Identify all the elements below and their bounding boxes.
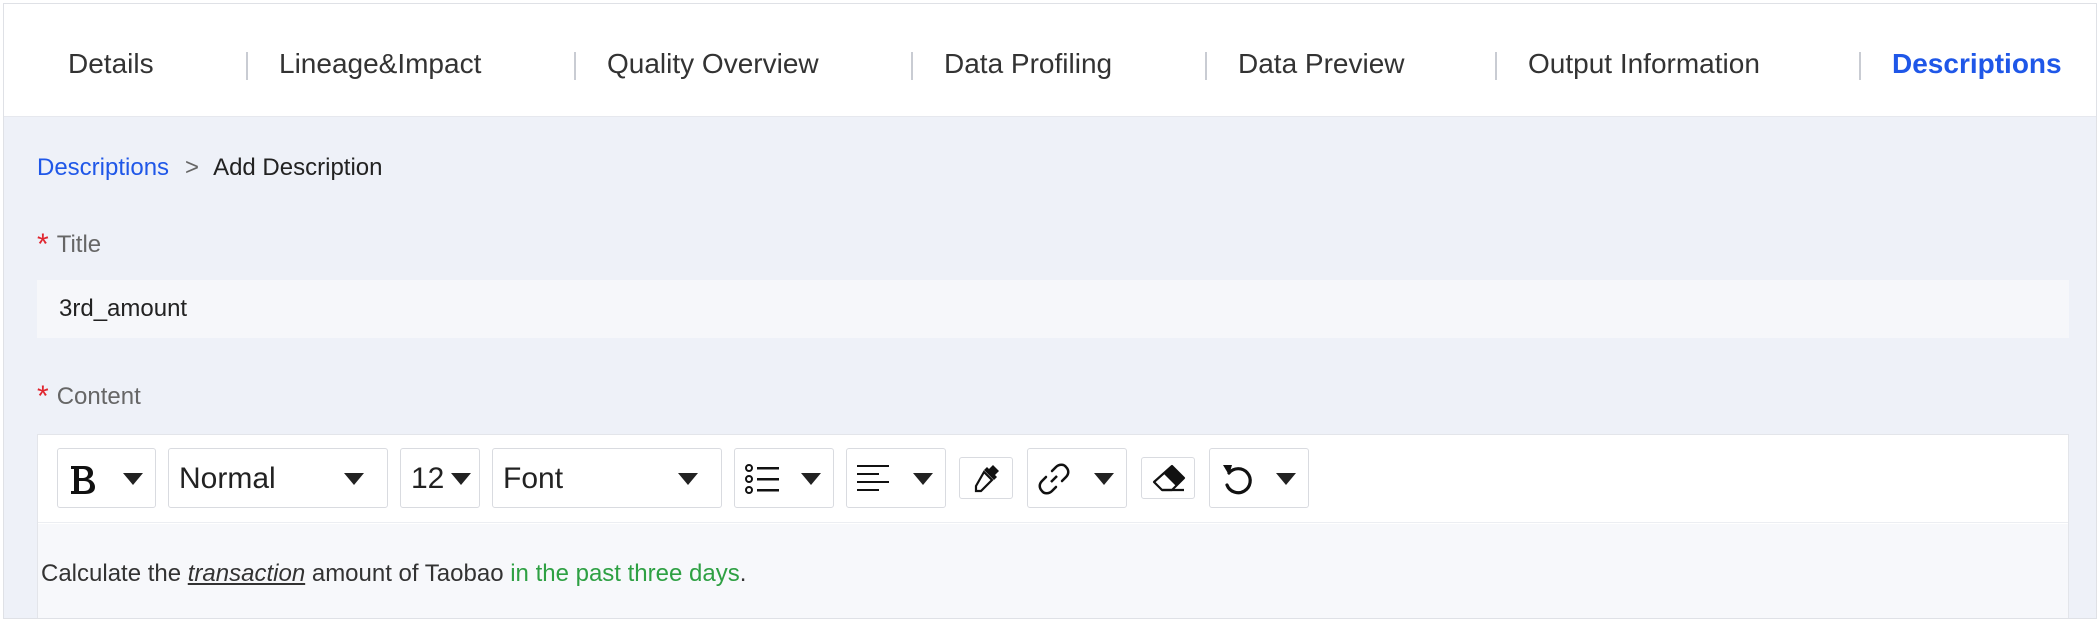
eraser-icon bbox=[1152, 464, 1186, 492]
chevron-down-icon bbox=[123, 473, 143, 485]
rich-text-editor: Normal 12 Font Calculate the transaction… bbox=[37, 434, 2069, 618]
tab-lineage-impact[interactable]: Lineage&Impact bbox=[279, 4, 481, 117]
font-size-dropdown[interactable]: 12 bbox=[400, 448, 480, 508]
tab-data-preview[interactable]: Data Preview bbox=[1238, 4, 1405, 117]
content-text-green: in the past three days bbox=[510, 560, 740, 587]
tab-output-information[interactable]: Output Information bbox=[1528, 4, 1760, 117]
editor-content[interactable]: Calculate the transaction amount of Taob… bbox=[38, 524, 2068, 618]
breadcrumb: Descriptions > Add Description bbox=[37, 154, 382, 182]
tab-separator bbox=[574, 52, 576, 80]
chevron-down-icon bbox=[1276, 473, 1296, 485]
content-label-text: Content bbox=[56, 383, 141, 410]
font-size-value: 12 bbox=[411, 462, 445, 495]
tab-separator bbox=[1205, 52, 1207, 80]
bulleted-list-icon bbox=[745, 464, 779, 494]
link-dropdown[interactable] bbox=[1027, 448, 1127, 508]
chevron-down-icon bbox=[678, 473, 698, 485]
tab-separator bbox=[1859, 52, 1861, 80]
chevron-down-icon bbox=[913, 473, 933, 485]
content-text: . bbox=[739, 560, 747, 587]
breadcrumb-current: Add Description bbox=[213, 154, 383, 181]
tab-bar: Details Lineage&Impact Quality Overview … bbox=[4, 4, 2096, 117]
link-icon bbox=[1038, 463, 1070, 495]
paragraph-style-value: Normal bbox=[179, 462, 276, 495]
tab-separator bbox=[1495, 52, 1497, 80]
font-family-value: Font bbox=[503, 462, 564, 495]
title-label: * Title bbox=[37, 226, 102, 261]
required-mark: * bbox=[37, 380, 49, 413]
title-input[interactable] bbox=[37, 280, 2069, 338]
bold-dropdown[interactable] bbox=[57, 448, 156, 508]
editor-toolbar: Normal 12 Font bbox=[38, 435, 2068, 523]
content-text: Calculate the bbox=[41, 560, 188, 587]
tab-separator bbox=[911, 52, 913, 80]
breadcrumb-separator: > bbox=[185, 154, 200, 181]
content-text-italic-underlined: transaction bbox=[187, 560, 306, 587]
tab-quality-overview[interactable]: Quality Overview bbox=[607, 4, 819, 117]
text-color-button[interactable] bbox=[959, 457, 1013, 499]
content-label: * Content bbox=[37, 378, 141, 413]
bold-icon bbox=[71, 466, 95, 494]
chevron-down-icon bbox=[451, 473, 471, 485]
content-text: amount of Taobao bbox=[305, 560, 511, 587]
undo-icon bbox=[1223, 465, 1252, 495]
tab-data-profiling[interactable]: Data Profiling bbox=[944, 4, 1112, 117]
tab-descriptions[interactable]: Descriptions bbox=[1892, 4, 2062, 117]
description-panel: Details Lineage&Impact Quality Overview … bbox=[3, 3, 2097, 619]
required-mark: * bbox=[37, 228, 49, 261]
list-dropdown[interactable] bbox=[734, 448, 834, 508]
paragraph-style-dropdown[interactable]: Normal bbox=[168, 448, 388, 508]
align-dropdown[interactable] bbox=[846, 448, 946, 508]
clear-format-button[interactable] bbox=[1141, 457, 1195, 499]
title-label-text: Title bbox=[56, 231, 102, 258]
chevron-down-icon bbox=[344, 473, 364, 485]
align-left-icon bbox=[857, 465, 889, 491]
chevron-down-icon bbox=[1094, 473, 1114, 485]
tab-details[interactable]: Details bbox=[68, 4, 154, 117]
color-picker-icon bbox=[974, 465, 999, 493]
font-family-dropdown[interactable]: Font bbox=[492, 448, 722, 508]
chevron-down-icon bbox=[801, 473, 821, 485]
tab-separator bbox=[246, 52, 248, 80]
breadcrumb-descriptions-link[interactable]: Descriptions bbox=[37, 154, 169, 181]
undo-dropdown[interactable] bbox=[1209, 448, 1309, 508]
